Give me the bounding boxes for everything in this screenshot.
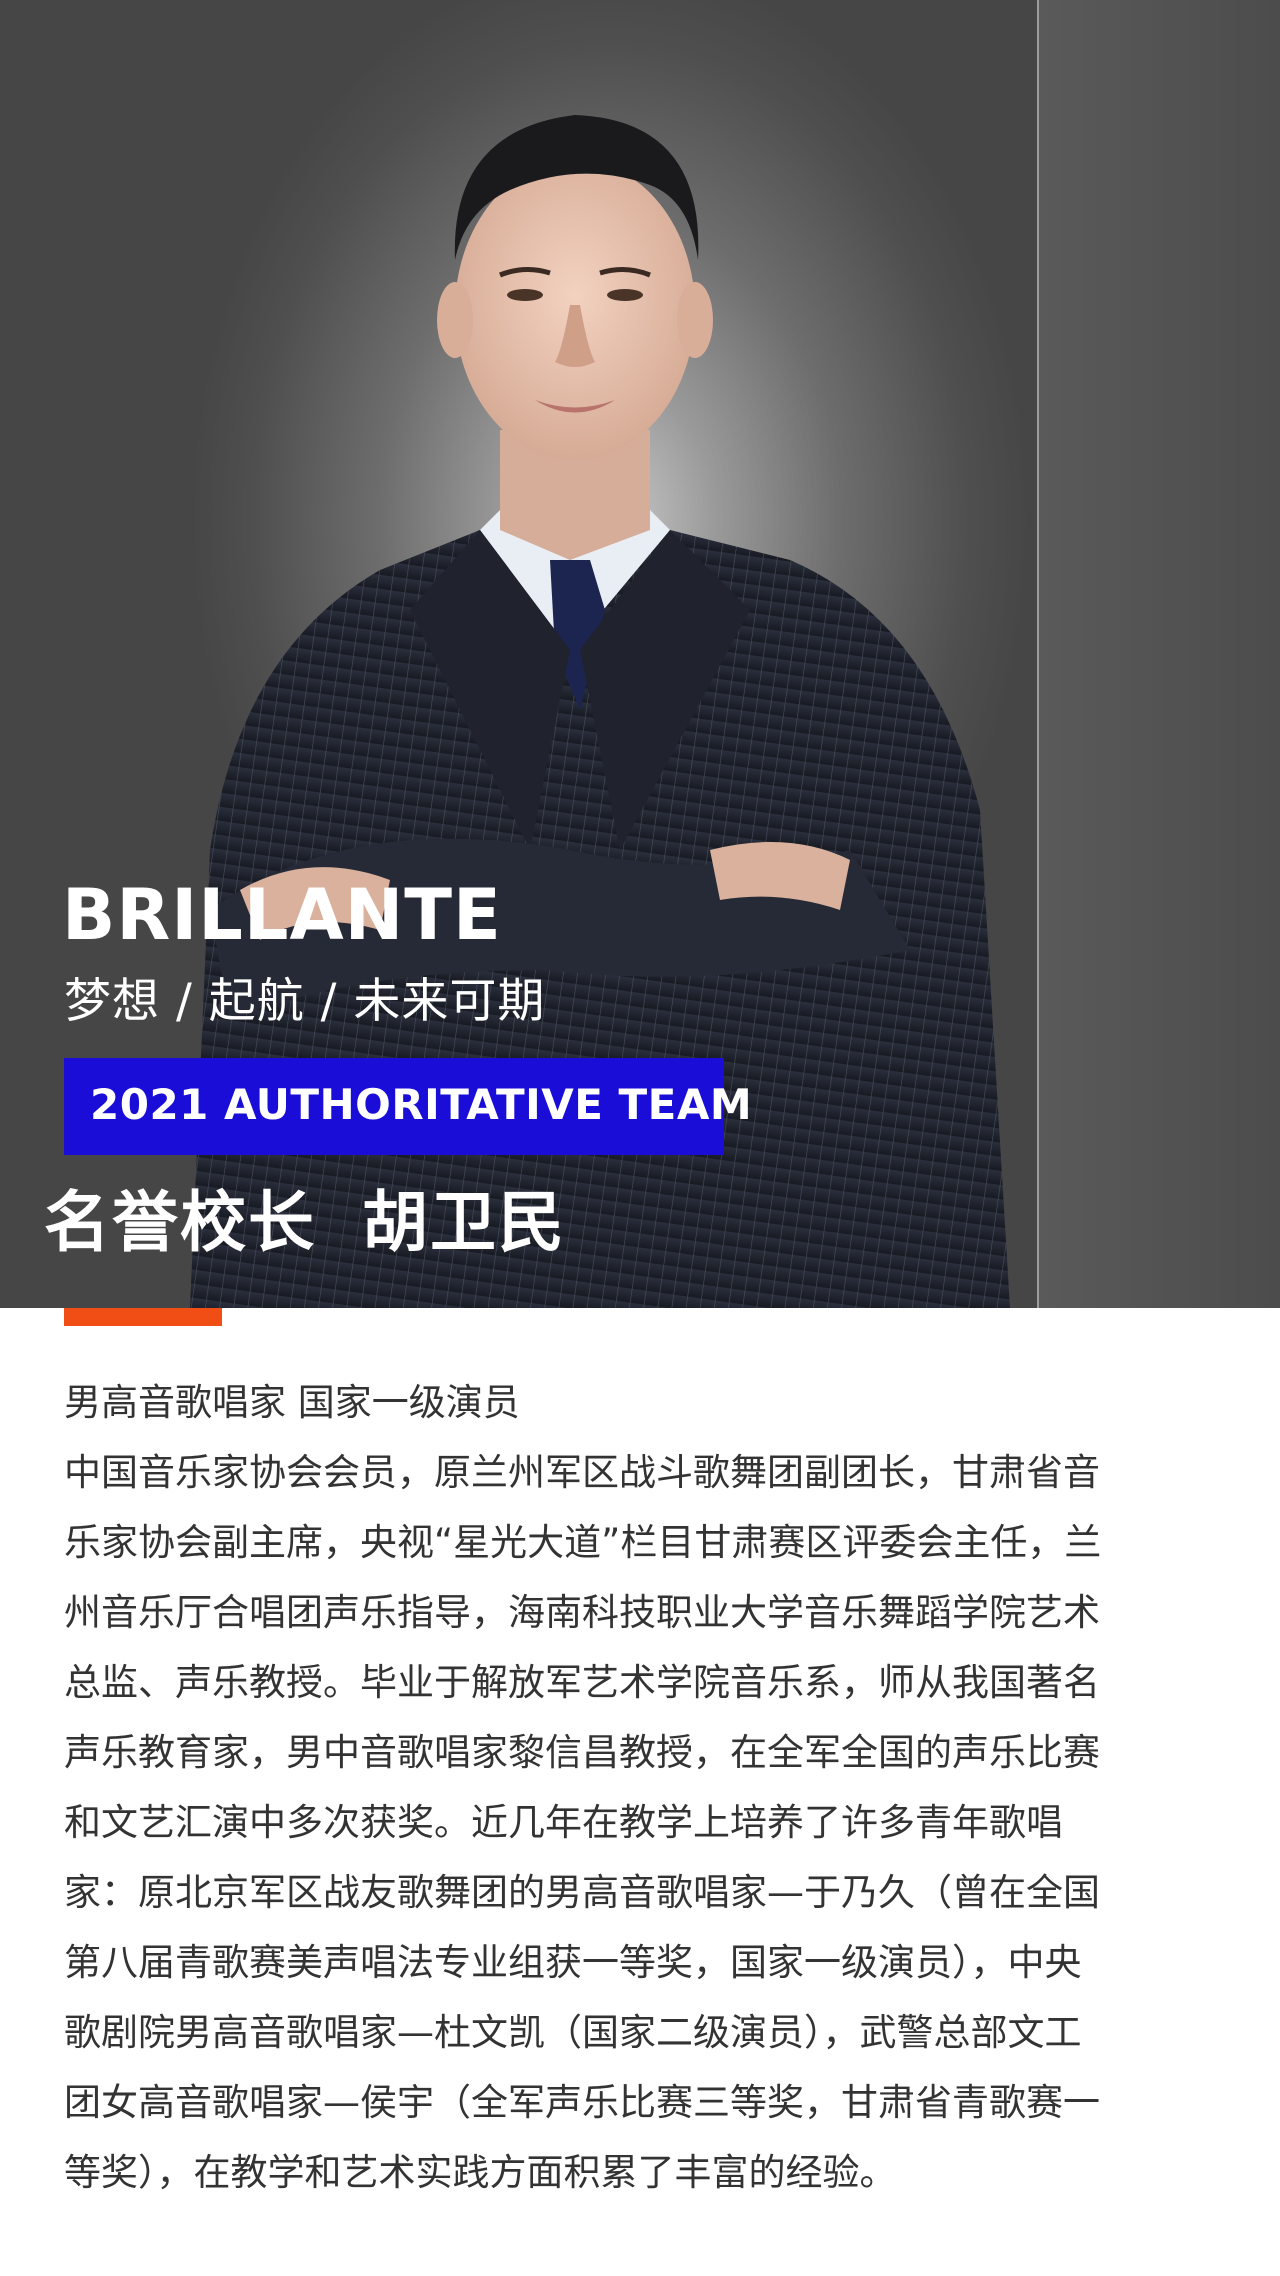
bio-line: 和文艺汇演中多次获奖。近几年在教学上培养了许多青年歌唱 <box>64 1801 1063 1844</box>
position-title: 名誉校长 <box>44 1184 316 1261</box>
bio-line: 等奖），在教学和艺术实践方面积累了丰富的经验。 <box>64 2151 897 2194</box>
slogan: 梦想 / 起航 / 未来可期 <box>64 974 546 1029</box>
bio-line: 家：原北京军区战友歌舞团的男高音歌唱家—于乃久（曾在全国 <box>64 1871 1100 1914</box>
bio-line: 州音乐厅合唱团声乐指导，海南科技职业大学音乐舞蹈学院艺术 <box>64 1591 1100 1634</box>
hero-divider-line <box>1037 0 1039 1308</box>
biography: 男高音歌唱家 国家一级演员 中国音乐家协会会员，原兰州军区战斗歌舞团副团长，甘肃… <box>64 1368 1184 2208</box>
bio-line: 男高音歌唱家 国家一级演员 <box>64 1381 520 1424</box>
bio-line: 团女高音歌唱家—侯宇（全军声乐比赛三等奖，甘肃省青歌赛一 <box>64 2081 1100 2124</box>
team-badge: 2021 AUTHORITATIVE TEAM <box>64 1058 752 1155</box>
accent-bar <box>64 1308 222 1326</box>
bio-line: 中国音乐家协会会员，原兰州军区战斗歌舞团副团长，甘肃省音 <box>64 1451 1100 1494</box>
person-name: 胡卫民 <box>362 1184 566 1261</box>
bio-line: 声乐教育家，男中音歌唱家黎信昌教授，在全军全国的声乐比赛 <box>64 1731 1100 1774</box>
bio-line: 第八届青歌赛美声唱法专业组获一等奖，国家一级演员），中央 <box>64 1941 1082 1984</box>
team-badge-label: 2021 AUTHORITATIVE TEAM <box>90 1080 753 1129</box>
hero-banner: BRILLANTE 梦想 / 起航 / 未来可期 2021 AUTHORITAT… <box>0 0 1280 1308</box>
brand-wordmark: BRILLANTE <box>62 874 502 956</box>
bio-line: 总监、声乐教授。毕业于解放军艺术学院音乐系，师从我国著名 <box>64 1661 1100 1704</box>
bio-line: 歌剧院男高音歌唱家—杜文凯（国家二级演员），武警总部文工 <box>64 2011 1082 2054</box>
name-title: 名誉校长 胡卫民 <box>44 1190 566 1256</box>
hero-side-panel <box>1038 0 1280 1308</box>
bio-line: 乐家协会副主席，央视“星光大道”栏目甘肃赛区评委会主任，兰 <box>64 1521 1102 1564</box>
